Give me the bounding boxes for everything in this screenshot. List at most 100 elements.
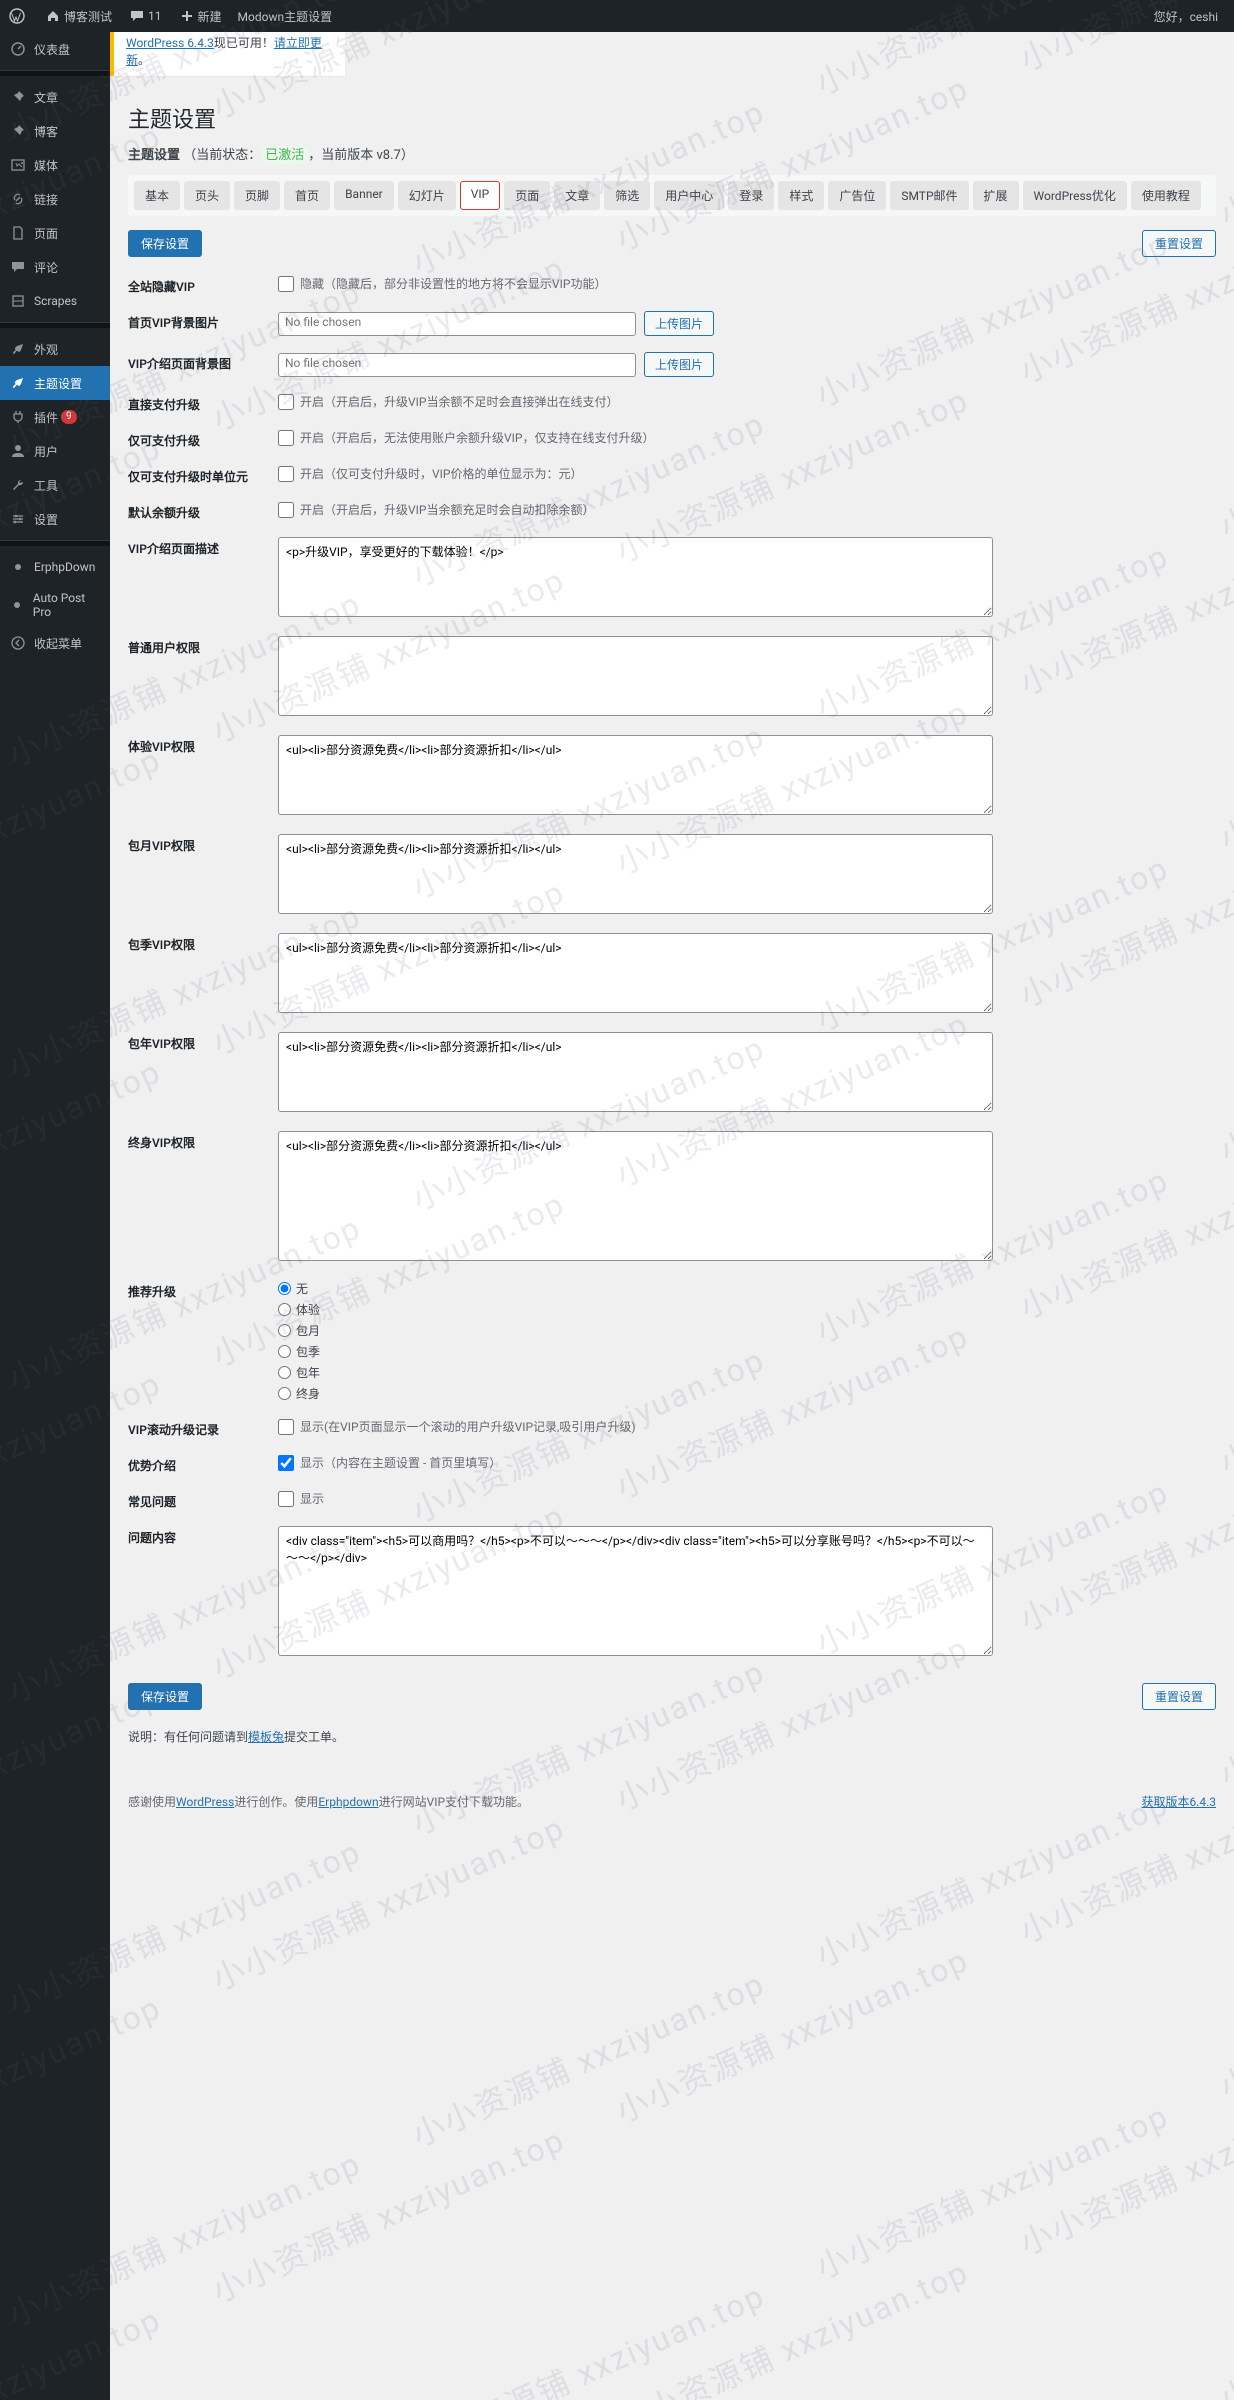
sidebar-item-posts[interactable]: 文章 — [0, 80, 110, 114]
perm-quarter-textarea[interactable]: <ul><li>部分资源免费</li><li>部分资源折扣</li></ul> — [278, 933, 993, 1013]
sidebar-item-autopost[interactable]: Auto Post Pro — [0, 584, 110, 626]
support-link[interactable]: 模板兔 — [248, 1730, 284, 1744]
sidebar-item-label: Auto Post Pro — [33, 591, 102, 619]
perm-year-label: 包年VIP权限 — [128, 1032, 278, 1052]
adv-intro-label: 优势介绍 — [128, 1454, 278, 1474]
home-bg-row: 首页VIP背景图片No file chosen上传图片 — [128, 311, 1216, 336]
recommend-radio-体验[interactable] — [278, 1303, 291, 1316]
sidebar-item-pages[interactable]: 页面 — [0, 216, 110, 250]
tab-用户中心[interactable]: 用户中心 — [654, 181, 724, 210]
sidebar-item-label: 链接 — [34, 191, 58, 208]
recommend-row: 推荐升级无体验包月包季包年终身 — [128, 1280, 1216, 1402]
tab-样式[interactable]: 样式 — [778, 181, 824, 210]
sidebar-item-themeopt[interactable]: 主题设置 — [0, 366, 110, 400]
sidebar-item-collapse[interactable]: 收起菜单 — [0, 626, 110, 660]
sidebar-item-links[interactable]: 链接 — [0, 182, 110, 216]
unit-yuan-checkbox[interactable] — [278, 466, 294, 482]
intro-bg-upload-button[interactable]: 上传图片 — [644, 352, 714, 377]
intro-desc-textarea[interactable]: <p>升级VIP，享受更好的下载体验！</p> — [278, 537, 993, 617]
sidebar-item-comments[interactable]: 评论 — [0, 250, 110, 284]
faq-content-textarea[interactable]: <div class="item"><h5>可以商用吗？</h5><p>不可以～… — [278, 1526, 993, 1656]
tab-使用教程[interactable]: 使用教程 — [1131, 181, 1201, 210]
perm-year-textarea[interactable]: <ul><li>部分资源免费</li><li>部分资源折扣</li></ul> — [278, 1032, 993, 1112]
sidebar-item-blog[interactable]: 博客 — [0, 114, 110, 148]
recommend-radio-包季[interactable] — [278, 1345, 291, 1358]
tab-幻灯片[interactable]: 幻灯片 — [398, 181, 456, 210]
scroll-log-checkbox[interactable] — [278, 1419, 294, 1435]
sidebar-item-label: 外观 — [34, 341, 58, 358]
reset-button[interactable]: 重置设置 — [1142, 230, 1216, 257]
sidebar-item-plugins[interactable]: 插件9 — [0, 400, 110, 434]
faq-checkbox[interactable] — [278, 1491, 294, 1507]
update-nag-version-link[interactable]: WordPress 6.4.3 — [126, 36, 214, 50]
sidebar-item-label: 评论 — [34, 259, 58, 276]
adv-intro-row: 优势介绍显示（内容在主题设置 - 首页里填写） — [128, 1454, 1216, 1474]
link-icon — [8, 189, 28, 209]
only-pay-checkbox[interactable] — [278, 430, 294, 446]
sidebar-item-users[interactable]: 用户 — [0, 434, 110, 468]
pin-icon — [8, 87, 28, 107]
save-button-bottom[interactable]: 保存设置 — [128, 1683, 202, 1710]
perm-trial-row: 体验VIP权限<ul><li>部分资源免费</li><li>部分资源折扣</li… — [128, 735, 1216, 818]
sidebar-item-label: Scrapes — [34, 294, 77, 308]
get-version-link[interactable]: 获取版本6.4.3 — [1141, 1793, 1216, 1810]
sidebar-item-scrapes[interactable]: Scrapes — [0, 284, 110, 318]
comment-icon — [8, 257, 28, 277]
site-name[interactable]: 博客测试 — [36, 0, 120, 32]
sidebar-item-settings[interactable]: 设置 — [0, 502, 110, 536]
home-bg-file-display[interactable]: No file chosen — [278, 312, 636, 336]
reset-button-bottom[interactable]: 重置设置 — [1142, 1683, 1216, 1710]
scroll-log-label: VIP滚动升级记录 — [128, 1418, 278, 1438]
sidebar-item-media[interactable]: 媒体 — [0, 148, 110, 182]
tab-扩展[interactable]: 扩展 — [973, 181, 1019, 210]
perm-life-label: 终身VIP权限 — [128, 1131, 278, 1151]
tab-基本[interactable]: 基本 — [134, 181, 180, 210]
tab-SMTP邮件[interactable]: SMTP邮件 — [890, 181, 968, 210]
hide-vip-checkbox[interactable] — [278, 276, 294, 292]
direct-pay-row: 直接支付升级开启（开启后，升级VIP当余额不足时会直接弹出在线支付） — [128, 393, 1216, 413]
tab-VIP[interactable]: VIP — [460, 181, 500, 210]
plus-icon — [178, 7, 196, 25]
wordpress-link[interactable]: WordPress — [176, 1795, 234, 1809]
sidebar-item-appearance[interactable]: 外观 — [0, 332, 110, 366]
recommend-radio-无[interactable] — [278, 1282, 291, 1295]
erphpdown-link[interactable]: Erphpdown — [318, 1795, 378, 1809]
recommend-radio-包年[interactable] — [278, 1366, 291, 1379]
adv-intro-checkbox[interactable] — [278, 1455, 294, 1471]
save-button[interactable]: 保存设置 — [128, 230, 202, 257]
recommend-radio-包月[interactable] — [278, 1324, 291, 1337]
dot-icon — [8, 557, 28, 577]
direct-pay-checkbox[interactable] — [278, 394, 294, 410]
tab-WordPress优化[interactable]: WordPress优化 — [1023, 181, 1127, 210]
sidebar-item-erphpdown[interactable]: ErphpDown — [0, 550, 110, 584]
tab-文章[interactable]: 文章 — [554, 181, 600, 210]
tab-页头[interactable]: 页头 — [184, 181, 230, 210]
perm-month-textarea[interactable]: <ul><li>部分资源免费</li><li>部分资源折扣</li></ul> — [278, 834, 993, 914]
tab-登录[interactable]: 登录 — [728, 181, 774, 210]
sidebar-item-dashboard[interactable]: 仪表盘 — [0, 32, 110, 66]
hide-vip-label: 全站隐藏VIP — [128, 275, 278, 295]
home-bg-upload-button[interactable]: 上传图片 — [644, 311, 714, 336]
user-greeting[interactable]: 您好，ceshi — [1146, 0, 1226, 32]
tab-Banner[interactable]: Banner — [334, 181, 394, 210]
tab-广告位[interactable]: 广告位 — [828, 181, 886, 210]
default-bal-checkbox[interactable] — [278, 502, 294, 518]
wp-logo[interactable] — [0, 0, 36, 32]
scroll-log-row: VIP滚动升级记录显示(在VIP页面显示一个滚动的用户升级VIP记录,吸引用户升… — [128, 1418, 1216, 1438]
theme-options-link[interactable]: Modown主题设置 — [230, 0, 341, 32]
perm-year-row: 包年VIP权限<ul><li>部分资源免费</li><li>部分资源折扣</li… — [128, 1032, 1216, 1115]
intro-bg-row: VIP介绍页面背景图No file chosen上传图片 — [128, 352, 1216, 377]
recommend-radio-终身[interactable] — [278, 1387, 291, 1400]
tab-筛选[interactable]: 筛选 — [604, 181, 650, 210]
intro-bg-file-display[interactable]: No file chosen — [278, 353, 636, 377]
perm-trial-textarea[interactable]: <ul><li>部分资源免费</li><li>部分资源折扣</li></ul> — [278, 735, 993, 815]
perm-normal-textarea[interactable] — [278, 636, 993, 716]
sidebar-item-tools[interactable]: 工具 — [0, 468, 110, 502]
brush-icon — [8, 339, 28, 359]
tab-页脚[interactable]: 页脚 — [234, 181, 280, 210]
comments-count[interactable]: 11 — [120, 0, 170, 32]
perm-life-textarea[interactable]: <ul><li>部分资源免费</li><li>部分资源折扣</li></ul> — [278, 1131, 993, 1261]
new-content[interactable]: 新建 — [170, 0, 230, 32]
tab-首页[interactable]: 首页 — [284, 181, 330, 210]
tab-页面[interactable]: 页面 — [504, 181, 550, 210]
